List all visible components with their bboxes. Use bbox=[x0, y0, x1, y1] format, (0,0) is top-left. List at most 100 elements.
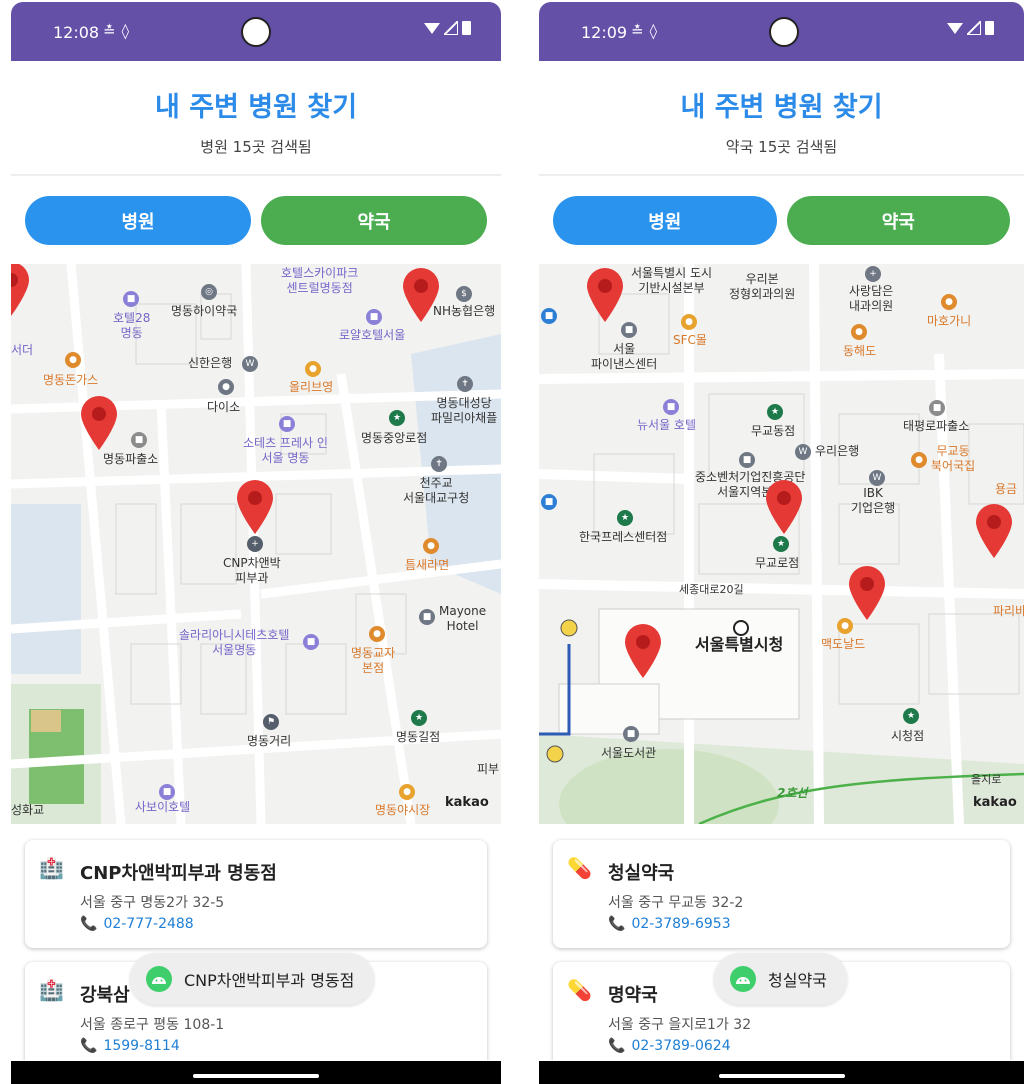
poi-city-infra: 서울특별시 도시 기반시설본부 bbox=[631, 266, 712, 296]
poi-ibk: IBK 기업은행 bbox=[851, 486, 895, 516]
map-pin-icon[interactable] bbox=[77, 392, 121, 452]
phone-number[interactable]: 02-3789-0624 bbox=[631, 1038, 730, 1054]
phone-link[interactable]: 📞 02-777-2488 bbox=[80, 916, 194, 932]
police-icon: ■ bbox=[929, 400, 945, 416]
cafe-icon: ★ bbox=[773, 536, 789, 552]
list-item[interactable]: 🏥 CNP차앤박피부과 명동점 서울 중구 명동2가 32-5 📞 02-777-… bbox=[25, 840, 487, 948]
poi-starbucks-central: 명동중앙로점 bbox=[361, 431, 428, 445]
map-view[interactable]: 호텔스카이파크 센트럴명동점 NH농협은행 $ ■ 호텔28 명동 ◎ 명동하이… bbox=[11, 264, 501, 824]
poi-sotetz: 소테츠 프레사 인 서울 명동 bbox=[243, 436, 328, 466]
phone-number[interactable]: 1599-8114 bbox=[103, 1038, 179, 1054]
place-address: 서울 중구 무교동 32-2 bbox=[608, 895, 744, 911]
building-icon: ■ bbox=[739, 452, 755, 468]
cafe-icon: ★ bbox=[617, 510, 633, 526]
shop-icon: ● bbox=[681, 314, 697, 330]
poi-yonggeum: 용금 bbox=[995, 482, 1018, 496]
left-screen: 12:08 ≛◊ 내 주변 병원 찾기 병원 15곳 검색됨 병원 약국 호텔스… bbox=[11, 0, 501, 1084]
hospital-icon: 🏥 bbox=[39, 856, 64, 880]
restaurant-icon: ● bbox=[941, 294, 957, 310]
hospital-button[interactable]: 병원 bbox=[25, 196, 251, 245]
poi-gyoja: 명동교자 본점 bbox=[351, 646, 395, 676]
poi-label: 우리본 정형외과의원 bbox=[729, 272, 796, 301]
map-view[interactable]: 서울특별시 도시 기반시설본부 우리본 정형외과의원 + 사랑담은 내과의원 ●… bbox=[539, 264, 1024, 824]
poi-royal-hotel: 로얄호텔서울 bbox=[339, 328, 406, 342]
restaurant-icon: ● bbox=[423, 538, 439, 554]
notification-icons: ≛◊ bbox=[103, 22, 135, 40]
cafe-icon: ★ bbox=[767, 404, 783, 420]
bank-icon: W bbox=[869, 470, 885, 486]
shop-icon: ● bbox=[218, 379, 234, 395]
phone-link[interactable]: 📞 02-3789-6953 bbox=[608, 916, 731, 932]
map-pin-icon[interactable] bbox=[233, 476, 277, 536]
navigation-bar bbox=[539, 1061, 1024, 1084]
poi-label: 솔라리아니시테츠호텔 서울명동 bbox=[179, 628, 290, 657]
poi-line2: 2호선 bbox=[777, 786, 808, 800]
result-list[interactable]: 🏥 CNP차앤박피부과 명동점 서울 중구 명동2가 32-5 📞 02-777-… bbox=[11, 824, 501, 1060]
poi-taepyeong: 태평로파출소 bbox=[903, 419, 970, 433]
poi-donghae: 동해도 bbox=[843, 344, 877, 358]
phone-icon: 📞 bbox=[80, 1038, 98, 1054]
cafe-icon: ★ bbox=[903, 708, 919, 724]
place-name: CNP차앤박피부과 명동점 bbox=[80, 863, 277, 884]
map-pin-icon[interactable] bbox=[399, 264, 443, 324]
bus-stop-icon: ■ bbox=[541, 308, 557, 324]
phone-number[interactable]: 02-3789-6953 bbox=[631, 916, 730, 932]
map-pin-icon[interactable] bbox=[11, 264, 33, 318]
poi-city-hall-store: 시청점 bbox=[891, 729, 925, 743]
restaurant-icon: ● bbox=[65, 352, 81, 368]
page-title: 내 주변 병원 찾기 bbox=[154, 92, 358, 123]
kakao-logo: kakao bbox=[973, 795, 1017, 810]
map-pin-icon[interactable] bbox=[972, 500, 1016, 560]
hotel-icon: ■ bbox=[279, 416, 295, 432]
hotel-icon: ■ bbox=[159, 784, 175, 800]
page-title: 내 주변 병원 찾기 bbox=[680, 92, 883, 123]
hotel-icon: ■ bbox=[663, 399, 679, 415]
toast-message: CNP차앤박피부과 명동점 bbox=[130, 953, 375, 1005]
map-pin-icon[interactable] bbox=[583, 264, 627, 324]
system-icons bbox=[424, 20, 471, 35]
list-item[interactable]: 💊 청실약국 서울 중구 무교동 32-2 📞 02-3789-6953 bbox=[553, 840, 1010, 948]
poi-olive: 올리브영 bbox=[289, 380, 334, 394]
battery-icon bbox=[985, 21, 994, 35]
poi-hotel-skypark: 호텔스카이파크 센트럴명동점 bbox=[281, 266, 358, 296]
phone-link[interactable]: 📞 1599-8114 bbox=[80, 1038, 180, 1054]
place-address: 서울 종로구 평동 108-1 bbox=[80, 1017, 225, 1033]
map-pin-icon[interactable] bbox=[621, 620, 665, 680]
phone-link[interactable]: 📞 02-3789-0624 bbox=[608, 1038, 731, 1054]
poi-mugyodong-bugeo: 무교동 북어국집 bbox=[931, 444, 975, 474]
home-handle[interactable] bbox=[193, 1074, 319, 1078]
restaurant-icon: ● bbox=[911, 452, 927, 468]
home-handle[interactable] bbox=[718, 1074, 845, 1078]
poi-woori-bank: 우리은행 bbox=[815, 444, 860, 458]
wifi-icon bbox=[424, 22, 440, 34]
poi-police: 명동파출소 bbox=[103, 452, 159, 466]
phone-icon: 📞 bbox=[80, 916, 98, 932]
bank-icon: W bbox=[795, 444, 811, 460]
cafe-icon: ★ bbox=[411, 710, 427, 726]
poi-shinhan: 신한은행 bbox=[188, 356, 233, 370]
poi-mcd: 맥도날드 bbox=[821, 637, 866, 651]
status-bar: 12:09 ≛◊ bbox=[539, 2, 1024, 61]
poi-daiso: 다이소 bbox=[207, 400, 241, 414]
poi-seoul-der: 서더 bbox=[11, 343, 34, 357]
poi-press: 한국프레스센터점 bbox=[579, 530, 668, 544]
poi-myeongdong-haiyak: 명동하이약국 bbox=[171, 304, 238, 318]
battery-icon bbox=[462, 21, 471, 35]
place-name: 명약국 bbox=[608, 985, 658, 1006]
poi-label: Mayone Hotel bbox=[439, 604, 487, 633]
pharmacy-button[interactable]: 약국 bbox=[261, 196, 487, 245]
phone-number[interactable]: 02-777-2488 bbox=[103, 916, 193, 932]
landmark-icon: ⚑ bbox=[263, 714, 279, 730]
result-list[interactable]: 💊 청실약국 서울 중구 무교동 32-2 📞 02-3789-6953 💊 명약… bbox=[539, 824, 1024, 1060]
map-pin-icon[interactable] bbox=[845, 562, 889, 622]
bank-icon: $ bbox=[456, 286, 472, 302]
place-address: 서울 중구 명동2가 32-5 bbox=[80, 895, 225, 911]
restaurant-icon: ● bbox=[369, 626, 385, 642]
category-toggle: 병원 약국 bbox=[25, 196, 487, 245]
hospital-button[interactable]: 병원 bbox=[553, 196, 777, 245]
pharmacy-button[interactable]: 약국 bbox=[786, 196, 1010, 245]
poi-city-hall: 서울특별시청 bbox=[695, 635, 784, 654]
map-pin-icon[interactable] bbox=[762, 476, 806, 536]
poi-mugyodong: 무교동점 bbox=[751, 424, 796, 438]
poi-label: CNP차앤박 피부과 bbox=[223, 556, 281, 585]
